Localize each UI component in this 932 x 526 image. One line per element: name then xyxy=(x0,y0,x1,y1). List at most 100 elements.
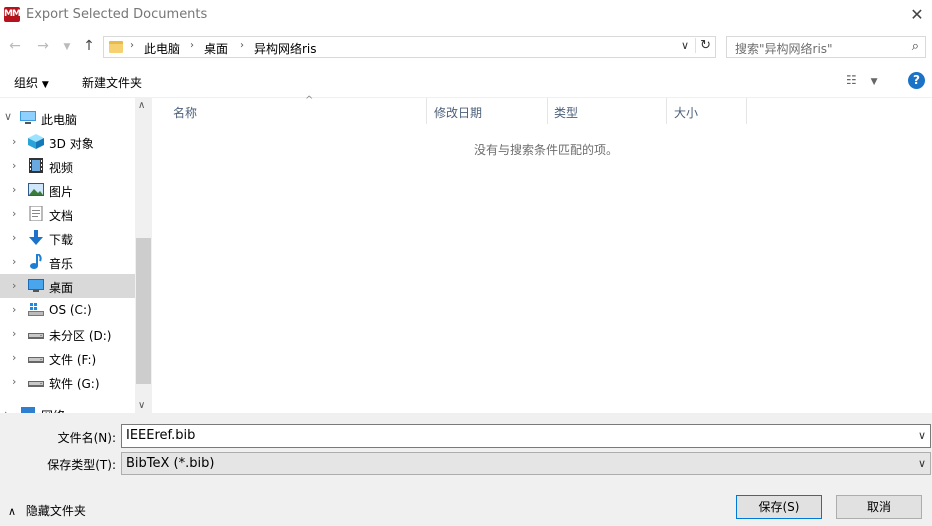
chevron-up-icon[interactable]: ∧ xyxy=(138,100,145,111)
column-header-size[interactable]: 大小 xyxy=(666,98,747,124)
navigation-bar: ← → ▼ ↑ › 此电脑 › 桌面 › 异构网络ris ∨ ↻ 搜索"异构网络… xyxy=(0,30,932,64)
tree-item-label: 未分区 (D:) xyxy=(49,329,112,343)
chevron-down-icon[interactable]: ∨ xyxy=(918,429,926,442)
search-placeholder: 搜索"异构网络ris" xyxy=(735,42,833,56)
column-header-label: 类型 xyxy=(554,106,579,120)
chevron-right-icon[interactable]: › xyxy=(12,351,16,364)
column-header-type[interactable]: 类型 xyxy=(546,98,667,124)
view-options-icon[interactable]: ☷ ▼ xyxy=(846,73,878,87)
drive-icon xyxy=(28,357,44,363)
breadcrumb-item[interactable]: 异构网络ris xyxy=(254,40,317,57)
breadcrumb-separator[interactable]: › xyxy=(130,40,134,51)
column-header-name[interactable]: ^ 名称 xyxy=(165,95,427,124)
chevron-right-icon[interactable]: › xyxy=(12,159,16,172)
tree-item-label: 此电脑 xyxy=(41,113,78,127)
filename-value: IEEEref.bib xyxy=(126,428,196,443)
search-input[interactable]: 搜索"异构网络ris" ⌕ xyxy=(726,36,926,58)
tree-item-pictures[interactable]: › 图片 xyxy=(0,178,135,202)
refresh-icon[interactable]: ↻ xyxy=(695,38,711,53)
tree-item-label: 下载 xyxy=(49,233,74,247)
chevron-right-icon[interactable]: › xyxy=(12,375,16,388)
breadcrumb-item[interactable]: 桌面 xyxy=(204,40,228,57)
arrow-up-icon[interactable]: ↑ xyxy=(80,38,98,54)
music-icon xyxy=(30,254,42,269)
tree-item-label: 图片 xyxy=(49,185,74,199)
address-history-dropdown[interactable]: ∨ xyxy=(681,39,689,52)
save-button[interactable]: 保存(S) xyxy=(736,495,822,519)
tree-item-label: 文件 (F:) xyxy=(49,353,97,367)
scrollbar-thumb[interactable] xyxy=(136,238,151,384)
new-folder-button[interactable]: 新建文件夹 xyxy=(82,74,142,91)
drive-icon xyxy=(28,333,44,339)
organize-menu[interactable]: 组织 ▼ xyxy=(14,74,49,91)
tree-item-drive-d[interactable]: › 未分区 (D:) xyxy=(0,322,135,346)
tree-item-drive-f[interactable]: › 文件 (F:) xyxy=(0,346,135,370)
search-icon[interactable]: ⌕ xyxy=(912,39,919,54)
chevron-down-icon[interactable]: ∨ xyxy=(918,457,926,470)
app-logo-icon: MM xyxy=(4,7,21,22)
tree-item-label: 3D 对象 xyxy=(49,137,94,151)
save-form: 文件名(N): IEEEref.bib ∨ 保存类型(T): BibTeX (*… xyxy=(0,413,932,526)
hide-folders-label: 隐藏文件夹 xyxy=(25,504,86,518)
chevron-right-icon[interactable]: › xyxy=(12,327,16,340)
breadcrumb-separator[interactable]: › xyxy=(190,40,194,51)
folder-icon xyxy=(109,41,123,53)
tree-item-downloads[interactable]: › 下载 xyxy=(0,226,135,250)
video-icon xyxy=(29,158,43,173)
chevron-right-icon[interactable]: › xyxy=(12,207,16,220)
column-header-label: 修改日期 xyxy=(434,106,483,120)
tree-item-network[interactable]: › 网络 xyxy=(0,402,135,413)
chevron-right-icon[interactable]: › xyxy=(12,279,16,292)
breadcrumb-separator[interactable]: › xyxy=(240,40,244,51)
column-header-label: 大小 xyxy=(674,106,699,120)
close-icon[interactable]: ✕ xyxy=(906,4,928,26)
navigation-pane-scrollbar[interactable]: ∧ ∨ xyxy=(135,98,152,413)
tree-item-this-pc[interactable]: ∨ 此电脑 xyxy=(0,106,135,130)
filename-label: 文件名(N): xyxy=(57,431,116,445)
tree-item-label: OS (C:) xyxy=(49,303,92,317)
tree-item-3d-objects[interactable]: › 3D 对象 xyxy=(0,130,135,154)
network-icon xyxy=(21,407,35,413)
chevron-right-icon[interactable]: › xyxy=(12,135,16,148)
tree-item-label: 桌面 xyxy=(49,281,74,295)
cancel-button[interactable]: 取消 xyxy=(836,495,922,519)
toolbar: 组织 ▼ 新建文件夹 ☷ ▼ ? xyxy=(0,64,932,98)
tree-item-documents[interactable]: › 文档 xyxy=(0,202,135,226)
chevron-down-icon[interactable]: ∨ xyxy=(4,110,12,123)
drive-icon xyxy=(28,381,44,387)
address-bar[interactable]: › 此电脑 › 桌面 › 异构网络ris ∨ ↻ xyxy=(103,36,716,58)
tree-item-drive-c[interactable]: › OS (C:) xyxy=(0,298,135,322)
tree-item-desktop[interactable]: › 桌面 xyxy=(0,274,135,298)
chevron-down-icon[interactable]: ▼ xyxy=(58,42,76,52)
chevron-right-icon[interactable]: › xyxy=(12,303,16,316)
filename-input[interactable]: IEEEref.bib ∨ xyxy=(121,424,931,448)
chevron-right-icon[interactable]: › xyxy=(12,231,16,244)
arrow-right-icon[interactable]: → xyxy=(34,38,52,54)
chevron-right-icon[interactable]: › xyxy=(12,255,16,268)
tree-item-drive-g[interactable]: › 软件 (G:) xyxy=(0,370,135,394)
tree-item-label: 视频 xyxy=(49,161,74,175)
tree-item-label: 文档 xyxy=(49,209,74,223)
chevron-down-icon[interactable]: ∨ xyxy=(138,400,145,411)
cube-3d-icon xyxy=(28,134,44,149)
tree-item-videos[interactable]: › 视频 xyxy=(0,154,135,178)
computer-icon xyxy=(20,111,36,124)
arrow-left-icon[interactable]: ← xyxy=(6,38,24,54)
tree-item-music[interactable]: › 音乐 xyxy=(0,250,135,274)
tree-item-label: 音乐 xyxy=(49,257,74,271)
column-header-label: 名称 xyxy=(173,106,198,120)
window-title: Export Selected Documents xyxy=(26,7,208,22)
title-bar: MM Export Selected Documents ✕ xyxy=(0,0,932,30)
help-icon[interactable]: ? xyxy=(908,72,925,89)
sort-ascending-icon: ^ xyxy=(305,95,314,106)
chevron-right-icon[interactable]: › xyxy=(12,183,16,196)
tree-item-label: 软件 (G:) xyxy=(49,377,100,391)
filetype-select[interactable]: BibTeX (*.bib) ∨ xyxy=(121,452,931,475)
hide-folders-toggle[interactable]: ∧ 隐藏文件夹 xyxy=(8,502,86,519)
column-header-date[interactable]: 修改日期 xyxy=(426,98,548,124)
file-list-pane: ^ 名称 修改日期 类型 大小 没有与搜索条件匹配的项。 xyxy=(152,95,932,413)
picture-icon xyxy=(28,183,44,196)
desktop-icon xyxy=(28,279,44,292)
chevron-up-icon: ∧ xyxy=(8,505,17,518)
breadcrumb-item[interactable]: 此电脑 xyxy=(144,40,180,57)
